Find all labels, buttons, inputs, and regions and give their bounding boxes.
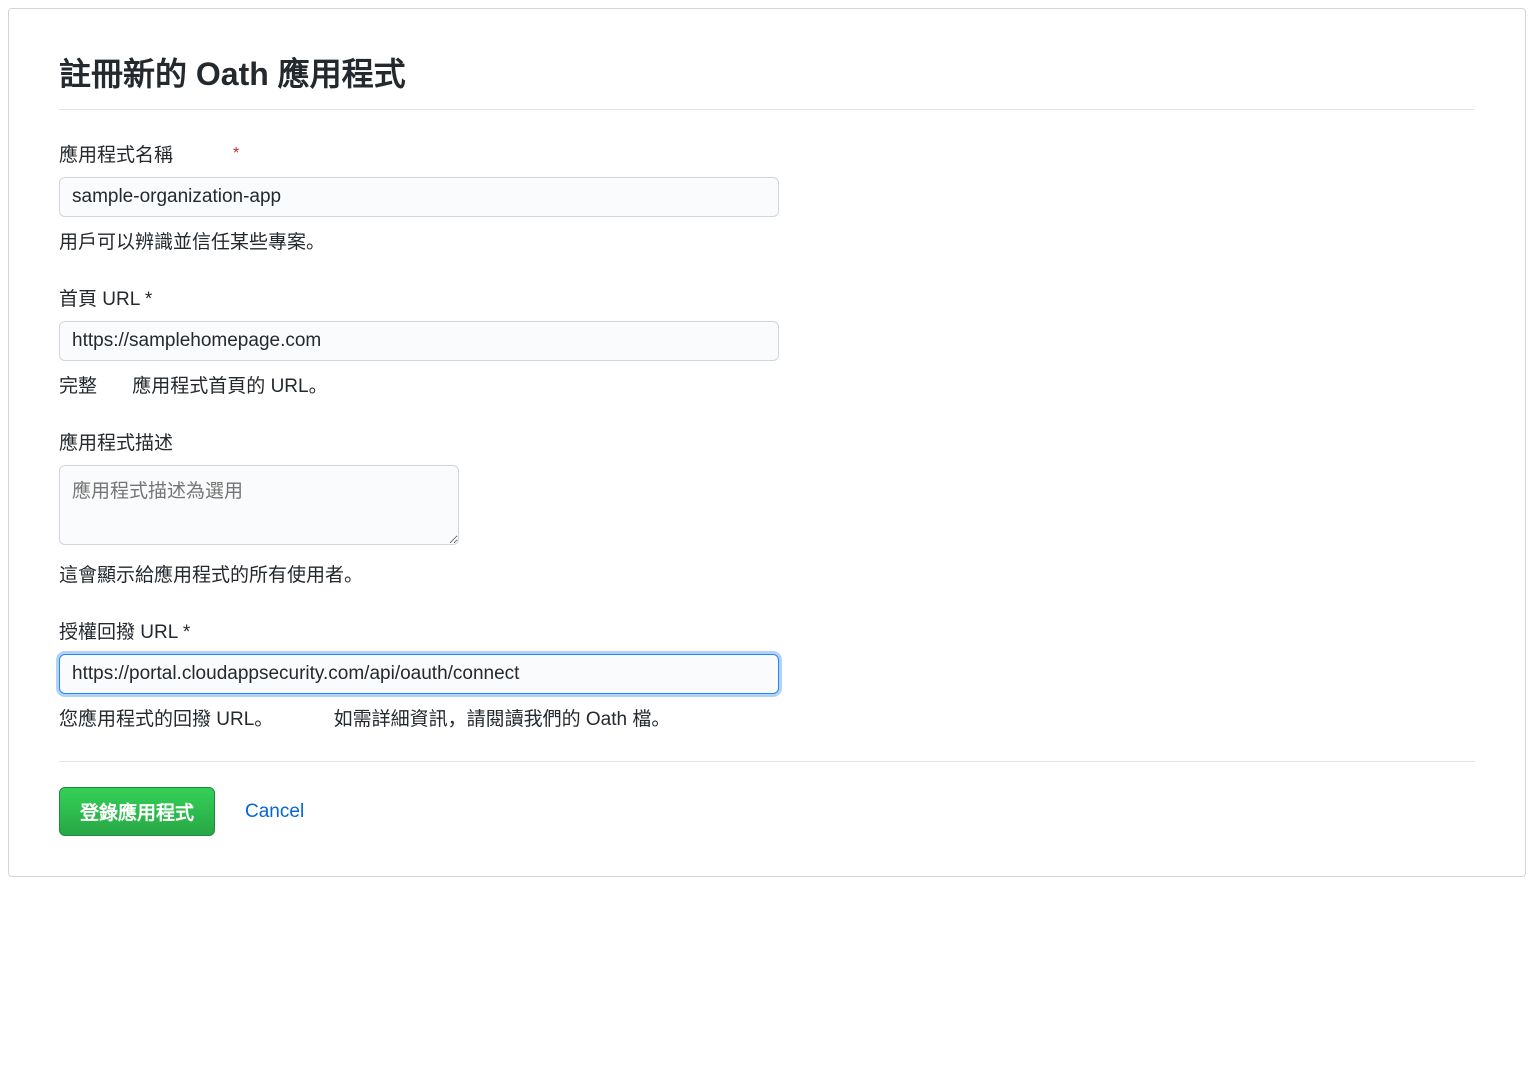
homepage-url-help-part1: 完整 (59, 371, 97, 398)
app-name-group: 應用程式名稱 * 用戶可以辨識並信任某些專案。 (59, 140, 1475, 254)
homepage-url-input[interactable] (59, 321, 779, 361)
homepage-url-group: 首頁 URL * 完整 應用程式首頁的 URL。 (59, 284, 1475, 398)
callback-url-help-part2: 如需詳細資訊，請閱讀我們的 Oath 檔。 (334, 709, 671, 730)
description-label-row: 應用程式描述 (59, 428, 1475, 455)
callback-url-help: 您應用程式的回撥 URL。 如需詳細資訊，請閱讀我們的 Oath 檔。 (59, 704, 1475, 731)
homepage-url-label-row: 首頁 URL * (59, 284, 1475, 311)
page-title: 註冊新的 Oath 應用程式 (59, 49, 1475, 110)
description-textarea[interactable] (59, 465, 459, 545)
homepage-url-help-part2: 應用程式首頁的 URL。 (132, 371, 327, 398)
callback-url-input[interactable] (59, 654, 779, 694)
required-asterisk: * (233, 145, 239, 163)
app-name-label-row: 應用程式名稱 * (59, 140, 1475, 167)
description-label: 應用程式描述 (59, 428, 173, 455)
callback-url-group: 授權回撥 URL * 您應用程式的回撥 URL。 如需詳細資訊，請閱讀我們的 O… (59, 617, 1475, 731)
homepage-url-label: 首頁 URL * (59, 284, 152, 311)
divider (59, 761, 1475, 762)
callback-url-label: 授權回撥 URL * (59, 617, 190, 644)
cancel-button[interactable]: Cancel (245, 801, 304, 823)
form-container: 註冊新的 Oath 應用程式 應用程式名稱 * 用戶可以辨識並信任某些專案。 首… (8, 8, 1526, 877)
app-name-help: 用戶可以辨識並信任某些專案。 (59, 227, 1475, 254)
button-row: 登錄應用程式 Cancel (59, 787, 1475, 836)
register-button[interactable]: 登錄應用程式 (59, 787, 215, 836)
app-name-label: 應用程式名稱 (59, 140, 173, 167)
description-help: 這會顯示給應用程式的所有使用者。 (59, 560, 1475, 587)
callback-url-label-row: 授權回撥 URL * (59, 617, 1475, 644)
callback-url-help-part1: 您應用程式的回撥 URL。 (59, 709, 273, 730)
homepage-url-help: 完整 應用程式首頁的 URL。 (59, 371, 1475, 398)
app-name-input[interactable] (59, 177, 779, 217)
description-group: 應用程式描述 這會顯示給應用程式的所有使用者。 (59, 428, 1475, 587)
